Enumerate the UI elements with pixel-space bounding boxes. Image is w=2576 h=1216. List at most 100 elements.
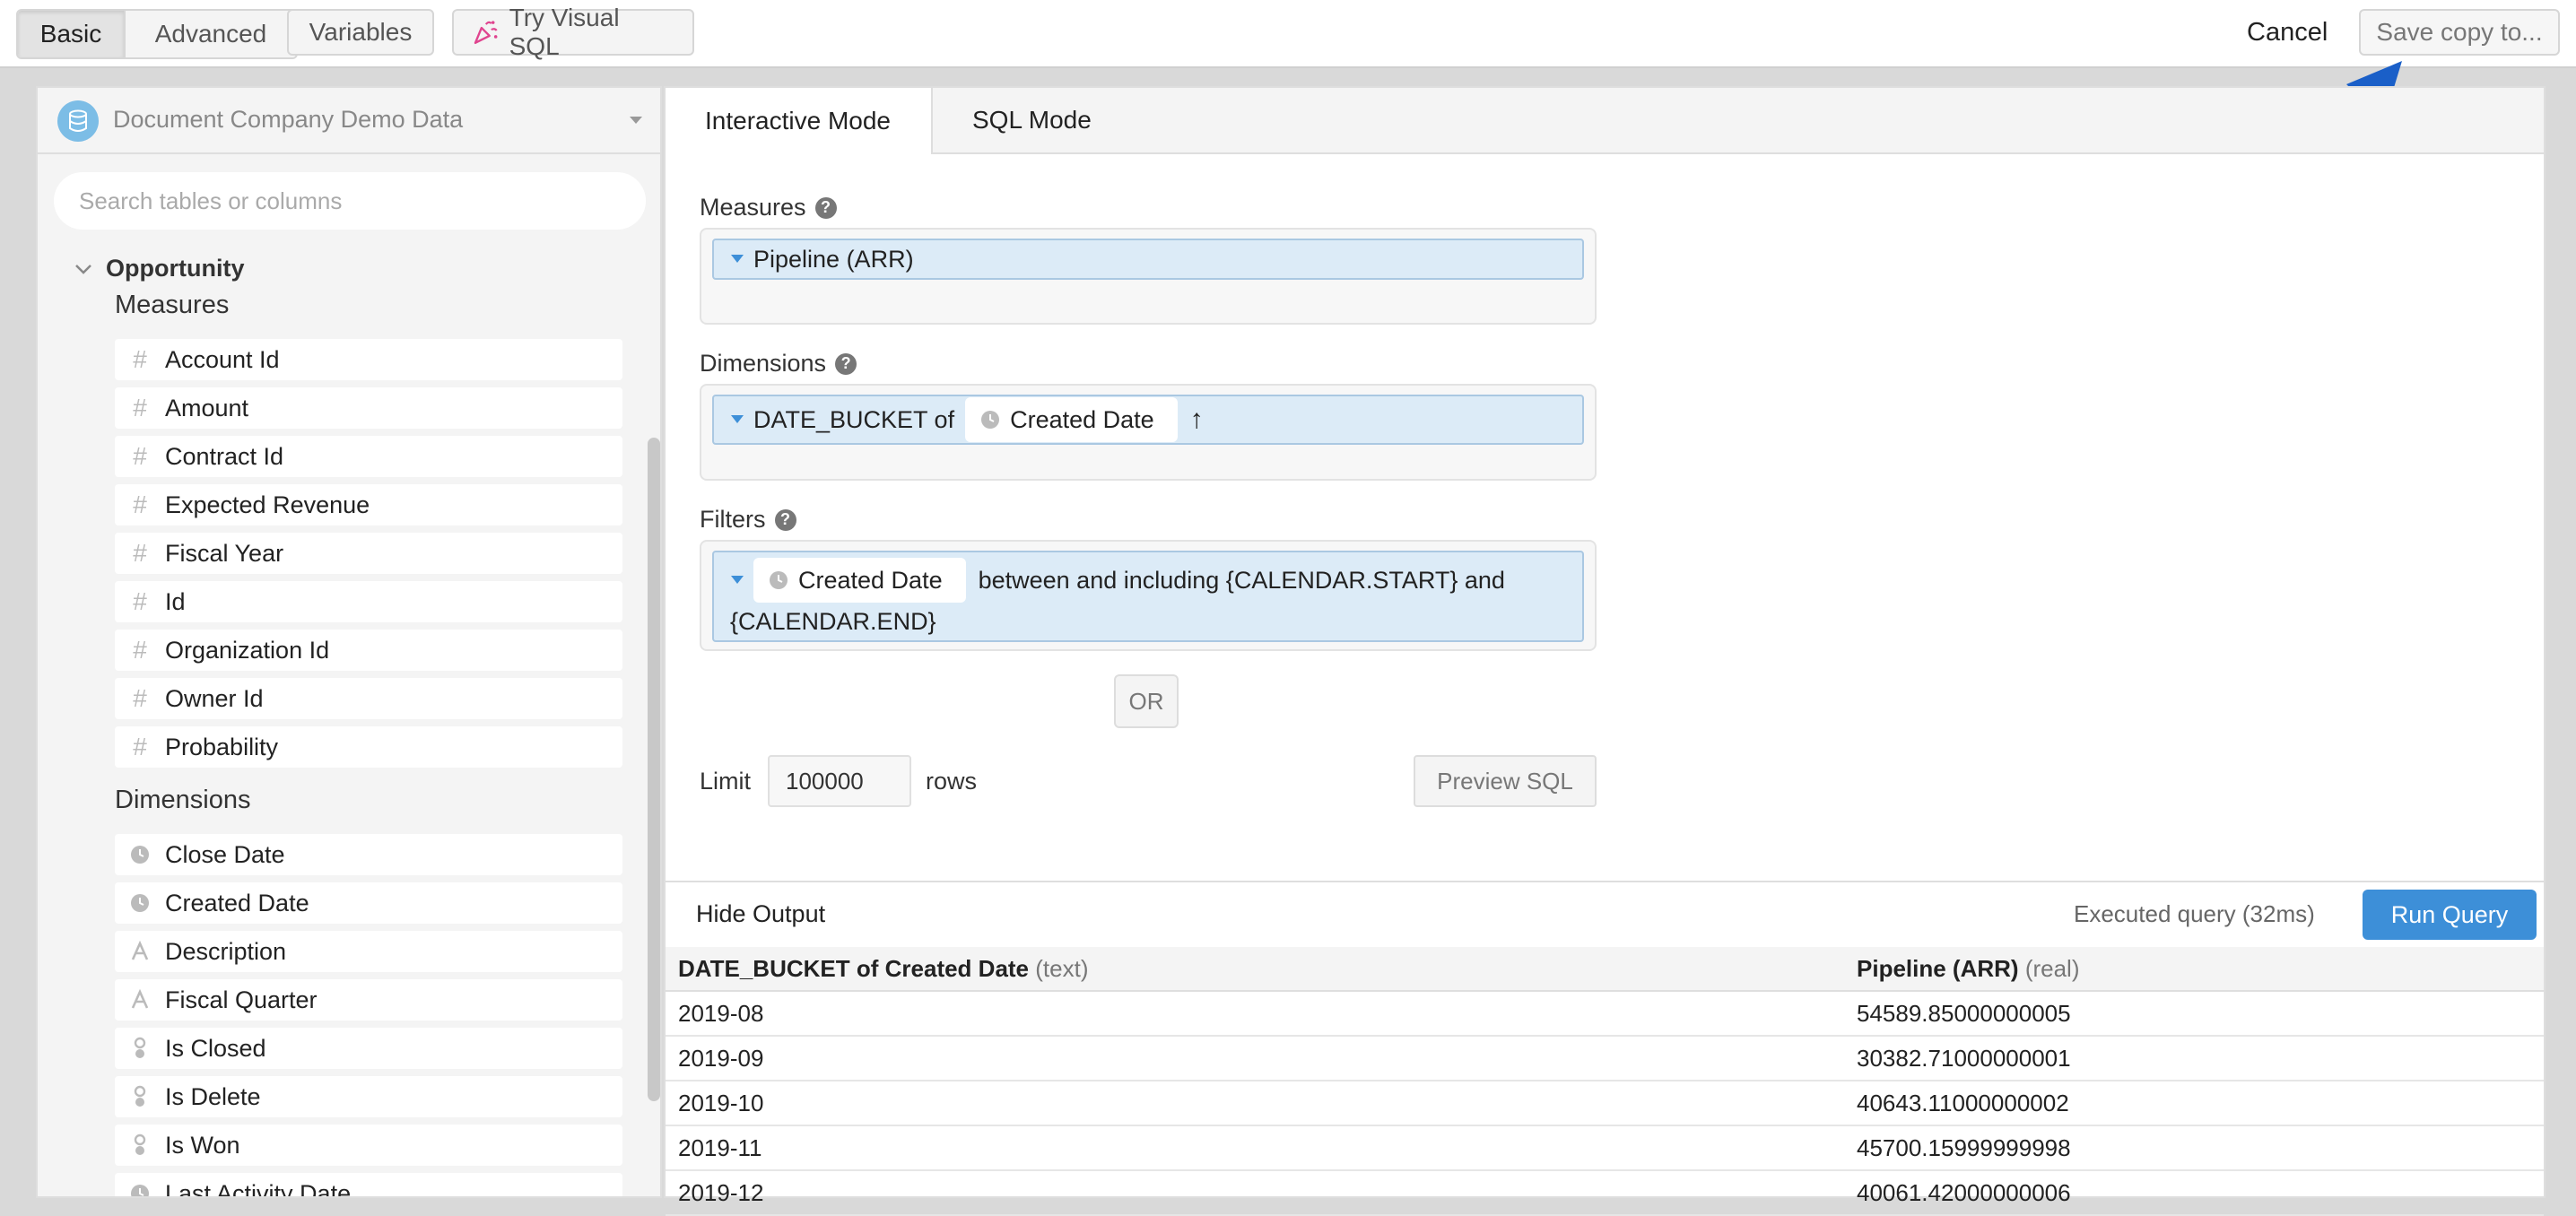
table-row: 2019-10 40643.11000000002 — [666, 1081, 2544, 1126]
field-item[interactable]: Is Delete — [115, 1076, 622, 1117]
rows-label: rows — [926, 768, 978, 795]
table-cell: 45700.15999999998 — [1844, 1125, 2544, 1171]
field-item[interactable]: Is Closed — [115, 1028, 622, 1069]
filter-condition: between and including {CALENDAR.START} a… — [978, 566, 1505, 594]
text-icon — [115, 941, 165, 962]
hash-icon: # — [133, 733, 147, 760]
data-source-select[interactable]: Document Company Demo Data — [38, 88, 660, 154]
table-cell: 2019-12 — [666, 1170, 1844, 1216]
dimensions-label-text: Dimensions — [700, 350, 827, 377]
field-item[interactable]: Fiscal Quarter — [115, 979, 622, 1021]
tab-interactive-mode[interactable]: Interactive Mode — [666, 88, 933, 154]
table-opportunity[interactable]: Opportunity — [74, 255, 244, 282]
dimensions-dropzone[interactable]: DATE_BUCKET of Created Date ↑ — [700, 384, 1597, 481]
data-source-label: Document Company Demo Data — [113, 106, 464, 133]
field-label: Fiscal Quarter — [165, 986, 318, 1013]
schema-browser: Document Company Demo Data Opportunity M… — [36, 86, 662, 1198]
field-label: Account Id — [165, 345, 280, 373]
field-item[interactable]: # Probability — [115, 726, 622, 768]
measures-label: Measures ? — [700, 194, 837, 221]
field-item[interactable]: # Id — [115, 581, 622, 622]
field-item[interactable]: Close Date — [115, 834, 622, 875]
advanced-button[interactable]: Advanced — [124, 11, 296, 57]
field-label: Is Delete — [165, 1082, 261, 1110]
tab-sql-mode[interactable]: SQL Mode — [933, 88, 1131, 152]
preview-sql-button[interactable]: Preview SQL — [1414, 755, 1597, 807]
dimension-pill[interactable]: DATE_BUCKET of Created Date ↑ — [712, 395, 1584, 445]
clock-icon — [981, 411, 1000, 429]
limit-label: Limit — [700, 768, 752, 795]
save-copy-button[interactable]: Save copy to... — [2359, 9, 2560, 56]
table-cell: 40643.11000000002 — [1844, 1081, 2544, 1126]
filter-pill[interactable]: Created Date between and including {CALE… — [712, 551, 1584, 642]
editor-mode-toggle: Basic Advanced — [16, 9, 298, 59]
caret-down-icon[interactable] — [730, 414, 744, 425]
column-type: (text) — [1035, 954, 1089, 982]
table-row: 2019-09 30382.71000000001 — [666, 1036, 2544, 1081]
boolean-icon — [115, 1085, 165, 1108]
dimension-function: DATE_BUCKET of — [753, 405, 955, 433]
column-header[interactable]: Pipeline (ARR) (real) — [1844, 947, 2544, 992]
column-type: (real) — [2024, 954, 2080, 982]
field-item[interactable]: Is Won — [115, 1125, 622, 1166]
variables-button[interactable]: Variables — [287, 9, 434, 56]
field-item[interactable]: # Account Id — [115, 339, 622, 380]
field-item[interactable]: # Expected Revenue — [115, 484, 622, 525]
caret-down-icon[interactable] — [730, 254, 744, 265]
field-item[interactable]: # Organization Id — [115, 630, 622, 671]
chevron-down-icon — [75, 264, 91, 274]
caret-down-icon — [630, 117, 642, 124]
try-visual-sql-button[interactable]: Try Visual SQL — [452, 4, 694, 60]
measure-pill-label: Pipeline (ARR) — [753, 245, 914, 273]
field-label: Created Date — [165, 889, 309, 916]
field-item[interactable]: Created Date — [115, 882, 622, 924]
measures-dropzone[interactable]: Pipeline (ARR) — [700, 228, 1597, 325]
hash-icon: # — [133, 394, 147, 421]
field-item[interactable]: # Contract Id — [115, 436, 622, 477]
filter-field-chip[interactable]: Created Date — [753, 558, 966, 603]
help-icon[interactable]: ? — [774, 508, 796, 531]
field-item[interactable]: # Fiscal Year — [115, 533, 622, 574]
table-name: Opportunity — [106, 255, 245, 282]
or-button[interactable]: OR — [1114, 674, 1179, 728]
table-cell: 40061.42000000006 — [1844, 1170, 2544, 1216]
database-icon — [57, 100, 99, 142]
schema-scrollbar[interactable] — [648, 438, 660, 1101]
boolean-icon — [115, 1133, 165, 1157]
mode-tabs: Interactive Mode SQL Mode — [666, 88, 2544, 154]
table-row: 2019-12 40061.42000000006 — [666, 1170, 2544, 1216]
results-body: 2019-08 54589.85000000005 2019-09 30382.710… — [666, 991, 2544, 1216]
clock-icon — [115, 844, 165, 865]
help-icon[interactable]: ? — [814, 196, 837, 219]
measure-pill[interactable]: Pipeline (ARR) — [712, 239, 1584, 280]
table-cell: 2019-09 — [666, 1036, 1844, 1081]
caret-down-icon[interactable] — [730, 575, 744, 586]
table-row: 2019-11 45700.15999999998 — [666, 1125, 2544, 1171]
help-icon[interactable]: ? — [835, 352, 857, 375]
column-header[interactable]: DATE_BUCKET of Created Date (text) — [666, 947, 1844, 992]
clock-icon — [115, 892, 165, 914]
measures-section-title: Measures — [115, 291, 230, 319]
hide-output-button[interactable]: Hide Output — [696, 900, 825, 928]
schema-search-input[interactable] — [54, 172, 646, 230]
hash-icon: # — [133, 442, 147, 470]
run-query-button[interactable]: Run Query — [2363, 890, 2537, 940]
sort-ascending-icon[interactable]: ↑ — [1190, 404, 1204, 435]
field-label: Owner Id — [165, 684, 264, 712]
try-visual-sql-label: Try Visual SQL — [509, 4, 620, 60]
limit-input[interactable] — [768, 755, 911, 807]
field-item[interactable]: Description — [115, 931, 622, 972]
field-label: Probability — [165, 733, 279, 760]
field-item[interactable]: Last Activity Date — [115, 1173, 622, 1196]
filters-dropzone[interactable]: Created Date between and including {CALE… — [700, 540, 1597, 651]
table-header-row: DATE_BUCKET of Created Date (text) Pipel… — [666, 947, 2544, 992]
dimension-field-chip[interactable]: Created Date — [965, 397, 1178, 442]
field-item[interactable]: # Amount — [115, 387, 622, 429]
top-toolbar: Basic Advanced Variables Try Visual SQL … — [0, 0, 2576, 68]
field-label: Contract Id — [165, 442, 284, 470]
basic-button[interactable]: Basic — [18, 11, 124, 57]
field-item[interactable]: # Owner Id — [115, 678, 622, 719]
column-name: DATE_BUCKET of Created Date — [678, 954, 1030, 982]
column-name: Pipeline (ARR) — [1857, 954, 2019, 982]
cancel-button[interactable]: Cancel — [2247, 18, 2328, 48]
